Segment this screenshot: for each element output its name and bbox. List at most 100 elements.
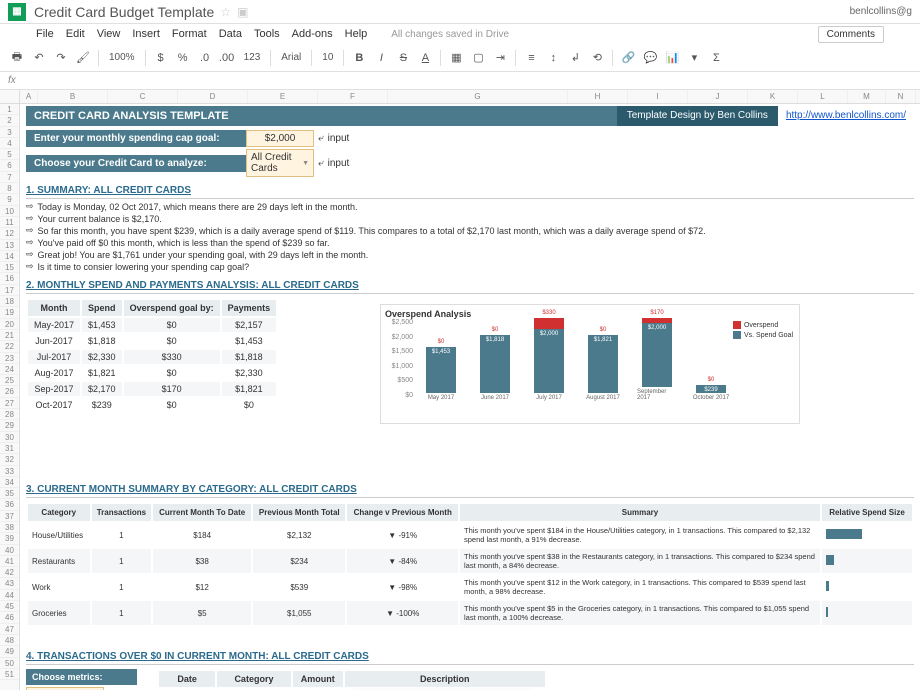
overspend-chart[interactable]: Overspend Analysis $2,500$2,000$1,500$1,… xyxy=(380,304,800,424)
row-header[interactable]: 6 xyxy=(0,160,19,171)
row-header[interactable]: 35 xyxy=(0,488,19,499)
row-header[interactable]: 23 xyxy=(0,353,19,364)
chart-icon[interactable]: 📊 xyxy=(663,49,681,67)
sheet-content[interactable]: CREDIT CARD ANALYSIS TEMPLATE Template D… xyxy=(20,104,920,690)
row-header[interactable]: 36 xyxy=(0,499,19,510)
row-header[interactable]: 1 xyxy=(0,104,19,115)
row-header[interactable]: 24 xyxy=(0,364,19,375)
row-header[interactable]: 38 xyxy=(0,522,19,533)
fill-color-icon[interactable]: ▦ xyxy=(447,49,465,67)
comment-icon[interactable]: 💬 xyxy=(641,49,659,67)
row-header[interactable]: 5 xyxy=(0,149,19,160)
row-header[interactable]: 44 xyxy=(0,590,19,601)
select-all-corner[interactable] xyxy=(0,90,20,103)
row-header[interactable]: 4 xyxy=(0,138,19,149)
row-header[interactable]: 14 xyxy=(0,251,19,262)
row-header[interactable]: 2 xyxy=(0,115,19,126)
row-header[interactable]: 33 xyxy=(0,466,19,477)
credit-card-select[interactable]: All Credit Cards ▼ xyxy=(246,149,314,177)
row-header[interactable]: 9 xyxy=(0,194,19,205)
menu-insert[interactable]: Insert xyxy=(132,28,160,40)
link-icon[interactable]: 🔗 xyxy=(619,49,637,67)
folder-icon[interactable]: ▣ xyxy=(237,5,248,19)
row-header[interactable]: 21 xyxy=(0,330,19,341)
menu-edit[interactable]: Edit xyxy=(66,28,85,40)
percent-icon[interactable]: % xyxy=(174,49,192,67)
merge-icon[interactable]: ⇥ xyxy=(491,49,509,67)
borders-icon[interactable]: ▢ xyxy=(469,49,487,67)
row-header[interactable]: 7 xyxy=(0,172,19,183)
print-icon[interactable]: 🖶 xyxy=(8,49,26,67)
col-d[interactable]: D xyxy=(178,90,248,103)
text-color-icon[interactable]: A xyxy=(416,49,434,67)
row-header[interactable]: 13 xyxy=(0,240,19,251)
menu-addons[interactable]: Add-ons xyxy=(292,28,333,40)
col-e[interactable]: E xyxy=(248,90,318,103)
col-f[interactable]: F xyxy=(318,90,388,103)
row-header[interactable]: 3 xyxy=(0,127,19,138)
row-header[interactable]: 45 xyxy=(0,601,19,612)
menu-view[interactable]: View xyxy=(97,28,121,40)
row-header[interactable]: 49 xyxy=(0,646,19,657)
row-header[interactable]: 8 xyxy=(0,183,19,194)
row-header[interactable]: 50 xyxy=(0,658,19,669)
redo-icon[interactable]: ↷ xyxy=(52,49,70,67)
strikethrough-icon[interactable]: S xyxy=(394,49,412,67)
row-header[interactable]: 26 xyxy=(0,386,19,397)
formula-bar[interactable]: fx xyxy=(0,72,920,90)
row-header[interactable]: 20 xyxy=(0,319,19,330)
col-k[interactable]: K xyxy=(748,90,798,103)
decimal-increase-icon[interactable]: .00 xyxy=(218,49,236,67)
row-header[interactable]: 34 xyxy=(0,477,19,488)
filter-icon[interactable]: ▾ xyxy=(685,49,703,67)
row-header[interactable]: 51 xyxy=(0,669,19,680)
col-n[interactable]: N xyxy=(886,90,916,103)
row-header[interactable]: 39 xyxy=(0,533,19,544)
row-header[interactable]: 47 xyxy=(0,624,19,635)
zoom-select[interactable]: 100% xyxy=(105,52,139,63)
bold-icon[interactable]: B xyxy=(350,49,368,67)
col-a[interactable]: A xyxy=(20,90,38,103)
row-header[interactable]: 16 xyxy=(0,273,19,284)
decimal-decrease-icon[interactable]: .0 xyxy=(196,49,214,67)
row-header[interactable]: 40 xyxy=(0,545,19,556)
font-select[interactable]: Arial xyxy=(277,52,305,63)
row-header[interactable]: 15 xyxy=(0,262,19,273)
row-header[interactable]: 42 xyxy=(0,567,19,578)
row-header[interactable]: 30 xyxy=(0,432,19,443)
h-align-icon[interactable]: ≡ xyxy=(522,49,540,67)
template-link[interactable]: http://www.benlcollins.com/ xyxy=(778,106,914,126)
wrap-icon[interactable]: ↲ xyxy=(566,49,584,67)
col-j[interactable]: J xyxy=(688,90,748,103)
row-header[interactable]: 31 xyxy=(0,443,19,454)
row-header[interactable]: 46 xyxy=(0,612,19,623)
row-header[interactable]: 28 xyxy=(0,409,19,420)
menu-format[interactable]: Format xyxy=(172,28,207,40)
row-header[interactable]: 41 xyxy=(0,556,19,567)
row-header[interactable]: 11 xyxy=(0,217,19,228)
menu-help[interactable]: Help xyxy=(345,28,368,40)
col-l[interactable]: L xyxy=(798,90,848,103)
menu-data[interactable]: Data xyxy=(219,28,242,40)
menu-tools[interactable]: Tools xyxy=(254,28,280,40)
number-format-select[interactable]: 123 xyxy=(240,52,265,63)
rotate-icon[interactable]: ⟲ xyxy=(588,49,606,67)
spending-cap-input[interactable]: $2,000 xyxy=(246,130,314,147)
currency-icon[interactable]: $ xyxy=(152,49,170,67)
row-header[interactable]: 29 xyxy=(0,420,19,431)
row-header[interactable]: 17 xyxy=(0,285,19,296)
comments-button[interactable]: Comments xyxy=(818,26,884,43)
v-align-icon[interactable]: ↕ xyxy=(544,49,562,67)
col-b[interactable]: B xyxy=(38,90,108,103)
row-header[interactable]: 19 xyxy=(0,307,19,318)
row-header[interactable]: 10 xyxy=(0,206,19,217)
doc-title[interactable]: Credit Card Budget Template xyxy=(34,4,214,20)
row-header[interactable]: 37 xyxy=(0,511,19,522)
sheets-logo-icon[interactable]: ▦ xyxy=(8,3,26,21)
row-header[interactable]: 25 xyxy=(0,375,19,386)
font-size-select[interactable]: 10 xyxy=(318,52,337,63)
row-header[interactable]: 12 xyxy=(0,228,19,239)
account-label[interactable]: benlcollins@g xyxy=(850,6,912,17)
row-header[interactable]: 27 xyxy=(0,398,19,409)
functions-icon[interactable]: Σ xyxy=(707,49,725,67)
